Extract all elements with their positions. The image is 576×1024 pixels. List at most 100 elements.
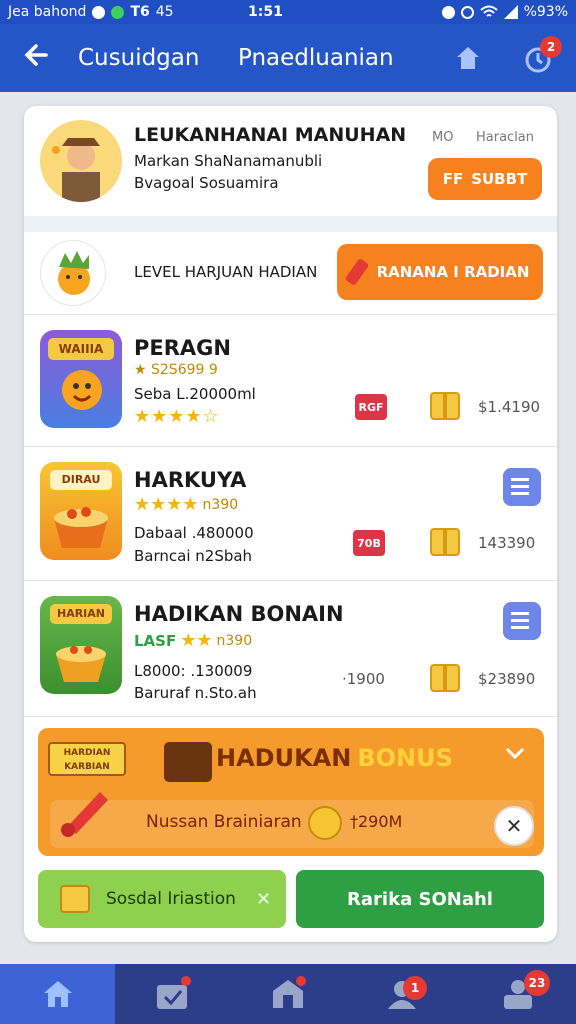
subscribe-label: SUBBT [471, 170, 528, 188]
gift-icon[interactable] [430, 392, 460, 420]
level-button[interactable]: RANANA I RADIAN [337, 244, 543, 300]
bonus-banner[interactable]: HARDIAN KARBIAN HADUKAN BONUS Nussan Bra… [38, 728, 544, 856]
bottom-nav: 1 23 [0, 964, 576, 1024]
game-sub-1: Seba L.20000ml [134, 385, 256, 403]
status-extra: 45 [155, 4, 174, 20]
gift-icon[interactable] [430, 528, 460, 556]
box-icon [60, 885, 90, 913]
game-sub-3a: L8000: .130009 [134, 662, 253, 680]
nav-badge-3: 1 [403, 976, 427, 1000]
social-button[interactable]: Sosdal Iriastion ✕ [38, 870, 286, 928]
social-label: Sosdal Iriastion [106, 889, 236, 909]
game-price-1: $1.4190 [478, 398, 541, 416]
star-rating-2: ★★★★ [134, 494, 199, 515]
game-tag-1: RGF [355, 394, 387, 420]
notification-button[interactable]: 2 [522, 36, 562, 74]
whatsapp-icon [111, 5, 125, 19]
green-action-label: Rarika SONahl [347, 888, 493, 910]
nav-badge-2 [296, 976, 306, 986]
profile-name: LEUKANHANAI MANUHAN [134, 124, 407, 146]
game-rating-prefix-3: LASF [134, 631, 177, 650]
gift-icon[interactable] [430, 664, 460, 692]
game-title-3: HADIKAN BONAIN [134, 602, 344, 626]
section-band [24, 216, 557, 232]
chevron-down-icon[interactable] [504, 746, 526, 760]
game-rating-text-2: n390 [202, 496, 239, 513]
pencil-icon [344, 257, 369, 287]
game-thumb-2[interactable]: DIRAU [40, 462, 122, 560]
divider [24, 580, 557, 581]
game-sub-3b: Baruraf n.Sto.ah [134, 684, 257, 702]
game-thumb-3[interactable]: HARIAN [40, 596, 122, 694]
back-arrow-icon[interactable] [22, 41, 60, 75]
bonus-amount: †290M [350, 812, 403, 831]
clock-icon [460, 5, 474, 19]
nav-home[interactable] [0, 964, 115, 1024]
wifi-icon [479, 5, 498, 17]
nav-account[interactable]: 23 [460, 964, 576, 1024]
game-rating-2: ★★★★ n390 [134, 494, 238, 515]
nav-badge-4: 23 [524, 970, 550, 996]
bonus-title: HADUKAN BONUS [216, 744, 453, 772]
game-title-1: PERAGN [134, 336, 231, 360]
game-rating-1: ★ S2S699 9 [134, 362, 218, 378]
star-rating-1: ★★★★☆ [134, 406, 220, 427]
level-button-label: RANANA I RADIAN [376, 263, 530, 281]
pen-icon [61, 792, 108, 837]
profile-line1: Markan ShaNanamanubli [134, 152, 323, 170]
list-icon[interactable] [503, 602, 541, 640]
coin-icon [308, 806, 342, 840]
divider [24, 314, 557, 315]
home-icon[interactable] [454, 44, 482, 72]
battery-text: %93% [523, 4, 568, 20]
status-left-text: Jea bahond [8, 4, 87, 20]
status-bar: Jea bahond T6 45 1:51 %93% [0, 0, 576, 24]
main-card: LEUKANHANAI MANUHAN Markan ShaNanamanubl… [24, 106, 557, 942]
divider [24, 446, 557, 447]
list-icon[interactable] [503, 468, 541, 506]
game-rating-3: LASF ★★ n390 [134, 630, 252, 651]
profile-avatar [40, 120, 122, 202]
game-sub-2b: Barncai n2Sbah [134, 547, 253, 565]
profile-line2: Bvagoal Sosuamira [134, 174, 279, 192]
game-price-2: 143390 [478, 534, 536, 552]
game-title-2: HARKUYA [134, 468, 247, 492]
green-action-button[interactable]: Rarika SONahl [296, 870, 544, 928]
game-rating-text-3: n390 [216, 632, 253, 649]
divider [24, 716, 557, 717]
bonus-inner-row: Nussan Brainiaran †290M [50, 800, 534, 848]
notification-badge: 2 [540, 36, 562, 58]
bonus-title-part1: HADUKAN [216, 744, 352, 772]
level-avatar [40, 240, 106, 306]
app-bar: Cusuidgan Pnaedluanian 2 [0, 24, 576, 92]
bonus-title-part2: BONUS [357, 744, 453, 772]
nav-profile[interactable]: 1 [345, 964, 460, 1024]
app-notification-icon [92, 5, 106, 19]
game-rating-text-1: S2S699 9 [151, 362, 218, 378]
game-mid-value-3: ·1900 [342, 670, 385, 688]
chocolate-icon [164, 742, 212, 782]
signal-icon [503, 5, 518, 19]
subscribe-prefix: FF [442, 170, 464, 188]
app-subtitle: Pnaedluanian [238, 45, 394, 71]
nav-tasks[interactable] [115, 964, 230, 1024]
home-icon [43, 981, 72, 1007]
level-label: LEVEL HARJUAN HADIAN [134, 263, 318, 281]
bonus-message: Nussan Brainiaran [146, 812, 302, 832]
game-price-3: $23890 [478, 670, 536, 688]
app-title: Cusuidgan [78, 45, 200, 71]
game-thumb-1[interactable]: WAIIIA [40, 330, 122, 428]
alarm-icon [441, 5, 455, 19]
subscribe-button[interactable]: FF SUBBT [428, 158, 542, 200]
star-rating-3: ★★ [180, 630, 213, 651]
nav-store[interactable] [230, 964, 345, 1024]
status-app-code: T6 [130, 4, 150, 20]
status-time: 1:51 [248, 4, 283, 20]
profile-meta1: MO [432, 130, 454, 145]
game-sub-2a: Dabaal .480000 [134, 524, 254, 542]
social-close-icon[interactable]: ✕ [256, 889, 271, 910]
bonus-badge: HARDIAN KARBIAN [48, 742, 126, 776]
nav-badge-1 [181, 976, 191, 986]
game-tag-2: 70B [353, 530, 385, 556]
close-button[interactable]: ✕ [494, 806, 534, 846]
